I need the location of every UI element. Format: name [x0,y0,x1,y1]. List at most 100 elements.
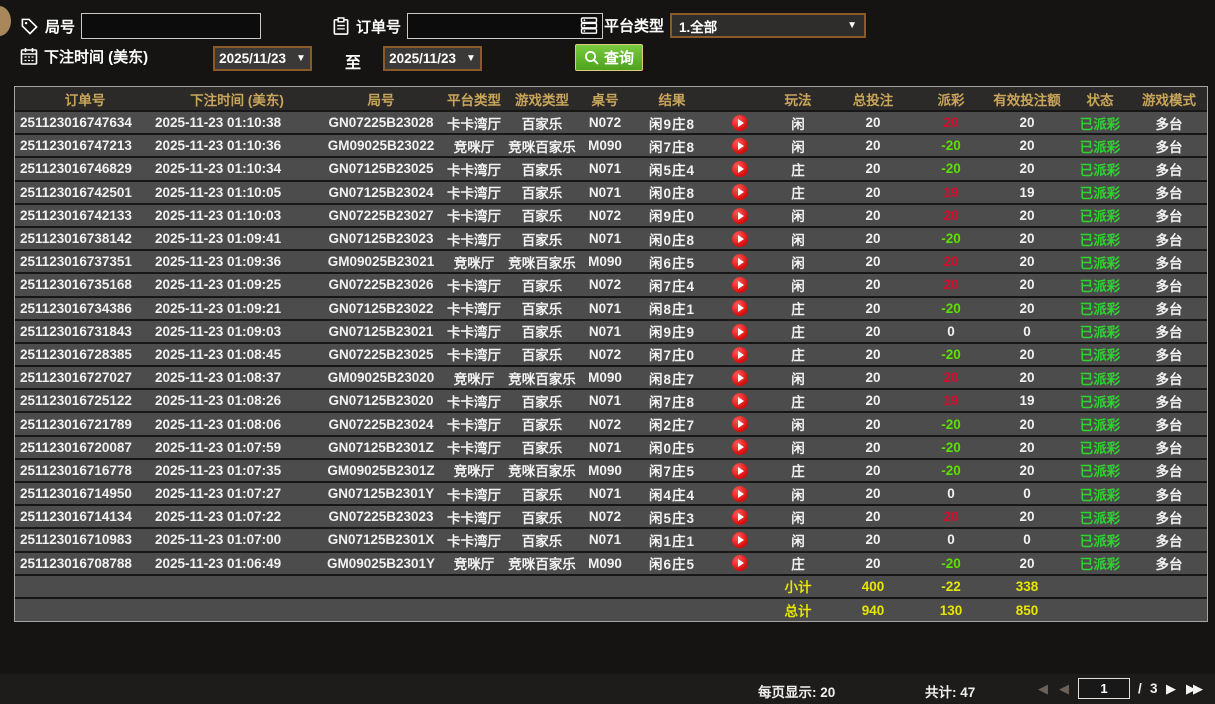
replay-cell [713,552,767,575]
platform-type-select[interactable]: 1.全部 ▼ [670,13,866,38]
status-cell: 已派彩 [1069,459,1131,482]
table-row: 2511230167087882025-11-23 01:06:49GM0902… [15,552,1207,575]
valid-bet-cell: 20 [985,273,1069,296]
game-type-cell: 百家乐 [505,482,579,505]
play-type-cell: 闲 [767,482,829,505]
table-row: 2511230167351682025-11-23 01:09:25GN0722… [15,273,1207,296]
replay-icon[interactable] [732,115,748,131]
status-cell: 已派彩 [1069,528,1131,551]
replay-icon[interactable] [732,393,748,409]
table-row: 2511230167167782025-11-23 01:07:35GM0902… [15,459,1207,482]
game-mode-cell: 多台 [1131,482,1207,505]
game-type-cell: 百家乐 [505,157,579,180]
date-from-value: 2025/11/23 [219,51,286,66]
chevron-down-icon: ▼ [296,53,306,64]
game-mode-cell: 多台 [1131,181,1207,204]
result-cell: 闲4庄4 [631,482,713,505]
replay-icon[interactable] [732,208,748,224]
date-to-select[interactable]: 2025/11/23 ▼ [383,46,482,71]
col-table-no: 桌号 [579,87,631,111]
order-no-input[interactable] [407,13,603,39]
next-page-button[interactable]: ▶ [1166,681,1176,697]
last-page-button[interactable]: ▶▶ [1186,681,1200,697]
status-cell: 已派彩 [1069,250,1131,273]
replay-icon[interactable] [732,184,748,200]
platform-cell: 卡卡湾厅 [443,227,505,250]
game-no-cell: GN07125B23021 [319,320,443,343]
valid-bet-cell: 20 [985,552,1069,575]
game-mode-cell: 多台 [1131,343,1207,366]
side-panel-handle[interactable] [0,6,11,36]
betting-records-window: 局号 订单号 平台类型 1.全部 ▼ 下注时间 (美东) 2025/11/23 … [0,0,1215,704]
platform-cell: 卡卡湾厅 [443,181,505,204]
date-from-select[interactable]: 2025/11/23 ▼ [213,46,312,71]
play-type-cell: 闲 [767,528,829,551]
play-type-cell: 闲 [767,227,829,250]
replay-icon[interactable] [732,277,748,293]
order-no-cell: 251123016742133 [15,204,155,227]
table-no-cell: M090 [579,552,631,575]
bet-time-label: 下注时间 (美东) [44,46,148,67]
game-type-cell: 百家乐 [505,227,579,250]
table-no-cell: N072 [579,111,631,134]
result-cell: 闲0庄8 [631,227,713,250]
game-type-cell: 百家乐 [505,436,579,459]
result-cell: 闲7庄0 [631,343,713,366]
empty-cell [1069,575,1207,598]
total-bet-cell: 20 [829,134,917,157]
table-row: 2511230167472132025-11-23 01:10:36GM0902… [15,134,1207,157]
bet-time-cell: 2025-11-23 01:10:34 [155,157,319,180]
total-bet-cell: 20 [829,273,917,296]
replay-icon[interactable] [732,138,748,154]
status-cell: 已派彩 [1069,111,1131,134]
grand-total-row: 总计940130850 [15,598,1207,621]
bet-time-cell: 2025-11-23 01:10:36 [155,134,319,157]
replay-icon[interactable] [732,439,748,455]
total-bet-cell: 20 [829,552,917,575]
replay-icon[interactable] [732,161,748,177]
replay-icon[interactable] [732,370,748,386]
status-cell: 已派彩 [1069,482,1131,505]
result-cell: 闲8庄7 [631,366,713,389]
replay-icon[interactable] [732,555,748,571]
game-no-cell: GM09025B23022 [319,134,443,157]
order-no-cell: 251123016725122 [15,389,155,412]
game-no-cell: GN07225B23026 [319,273,443,296]
platform-cell: 卡卡湾厅 [443,505,505,528]
replay-icon[interactable] [732,231,748,247]
total-bet-cell: 20 [829,320,917,343]
table-row: 2511230167425012025-11-23 01:10:05GN0712… [15,181,1207,204]
replay-icon[interactable] [732,509,748,525]
result-cell: 闲9庄0 [631,204,713,227]
calendar-icon [20,47,38,66]
bet-time-cell: 2025-11-23 01:10:03 [155,204,319,227]
game-type-cell: 竞咪百家乐 [505,459,579,482]
play-type-cell: 闲 [767,204,829,227]
replay-icon[interactable] [732,486,748,502]
valid-bet-cell: 20 [985,204,1069,227]
query-button[interactable]: 查询 [575,44,643,71]
total-bet-cell: 20 [829,389,917,412]
game-no-input[interactable] [81,13,261,39]
replay-icon[interactable] [732,254,748,270]
game-type-cell: 竞咪百家乐 [505,134,579,157]
game-type-cell: 百家乐 [505,320,579,343]
col-order-no: 订单号 [15,87,155,111]
replay-icon[interactable] [732,300,748,316]
result-cell: 闲8庄1 [631,297,713,320]
valid-bet-cell: 20 [985,227,1069,250]
replay-icon[interactable] [732,347,748,363]
first-page-button[interactable]: ◀ [1038,681,1048,697]
bet-time-cell: 2025-11-23 01:08:26 [155,389,319,412]
prev-page-button[interactable]: ◀ [1059,681,1069,697]
platform-cell: 卡卡湾厅 [443,320,505,343]
platform-cell: 卡卡湾厅 [443,297,505,320]
table-row: 2511230167141342025-11-23 01:07:22GN0722… [15,505,1207,528]
replay-icon[interactable] [732,324,748,340]
replay-icon[interactable] [732,532,748,548]
page-number-input[interactable] [1078,678,1130,699]
replay-icon[interactable] [732,463,748,479]
status-cell: 已派彩 [1069,273,1131,296]
replay-icon[interactable] [732,416,748,432]
total-bet-cell: 20 [829,204,917,227]
